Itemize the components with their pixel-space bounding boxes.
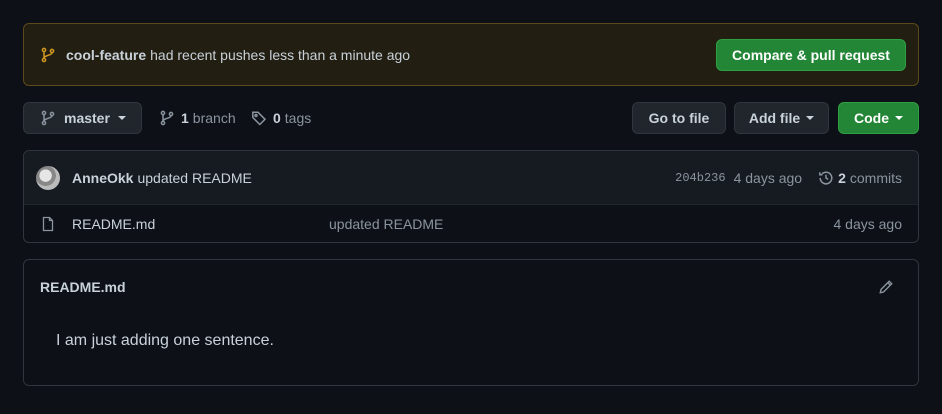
file-icon (40, 216, 56, 232)
branches-count: 1 (181, 110, 189, 126)
commit-author[interactable]: AnneOkk (72, 170, 133, 186)
git-branch-icon (159, 110, 175, 126)
file-list: AnneOkk updated README 204b236 4 days ag… (23, 150, 919, 243)
git-branch-icon (40, 110, 56, 126)
history-icon (818, 170, 834, 186)
branches-label: branch (192, 110, 236, 126)
file-commit-message[interactable]: updated README (329, 216, 443, 232)
repo-toolbar: master 1 branch 0 tags Go to file Add fi… (23, 102, 919, 134)
commit-age: 4 days ago (733, 169, 803, 186)
pencil-icon[interactable] (878, 279, 894, 295)
latest-commit-row: AnneOkk updated README 204b236 4 days ag… (24, 151, 918, 205)
commits-count: 2 (838, 169, 846, 186)
banner-branch-name[interactable]: cool-feature (66, 47, 146, 63)
tags-label: tags (284, 110, 312, 126)
branch-select-label: master (64, 110, 110, 126)
code-button[interactable]: Code (838, 102, 919, 134)
chevron-down-icon (895, 116, 903, 120)
compare-pull-request-button[interactable]: Compare & pull request (716, 39, 906, 71)
code-label: Code (854, 110, 889, 126)
tag-icon (251, 110, 267, 126)
avatar[interactable] (36, 165, 60, 190)
chevron-down-icon (806, 116, 815, 120)
readme-title[interactable]: README.md (40, 279, 126, 295)
readme-content: I am just adding one sentence. (56, 332, 274, 349)
commits-history-link[interactable]: 2 commits (818, 170, 902, 186)
branches-link[interactable]: 1 branch (159, 102, 236, 134)
git-branch-icon (40, 47, 56, 63)
file-age: 4 days ago (833, 216, 903, 232)
banner-text: had recent pushes less than a minute ago (150, 46, 411, 63)
recent-push-banner: cool-feature had recent pushes less than… (23, 23, 919, 86)
readme-panel: README.md I am just adding one sentence. (23, 259, 919, 386)
branch-select-button[interactable]: master (23, 102, 142, 134)
commit-message[interactable]: updated README (137, 170, 251, 186)
go-to-file-button[interactable]: Go to file (632, 102, 726, 134)
tags-link[interactable]: 0 tags (251, 102, 311, 134)
file-name[interactable]: README.md (72, 216, 155, 232)
commits-label: commits (849, 169, 902, 186)
tags-count: 0 (273, 110, 281, 126)
chevron-down-icon (117, 116, 126, 120)
file-row: README.md updated README 4 days ago (24, 205, 918, 242)
commit-meta: 204b236 4 days ago 2 commits (675, 170, 902, 186)
add-file-button[interactable]: Add file (734, 102, 829, 134)
commit-sha[interactable]: 204b236 (675, 171, 725, 185)
add-file-label: Add file (748, 110, 801, 126)
